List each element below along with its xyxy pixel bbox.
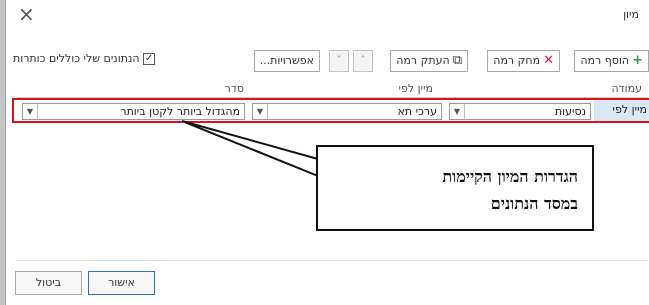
callout-line-1: הגדרות המיון הקיימות xyxy=(442,167,578,186)
options-label: אפשרויות... xyxy=(259,54,314,67)
options-button[interactable]: אפשרויות... xyxy=(253,50,320,72)
order-select[interactable]: מהגדול ביותר לקטן ביותר ▼ xyxy=(22,103,245,120)
chevron-down-icon[interactable]: ▼ xyxy=(23,104,38,119)
add-level-label: הוסף רמה xyxy=(580,54,630,67)
sort-on-header: מיין לפי xyxy=(398,82,433,95)
chevron-down-icon[interactable]: ▼ xyxy=(253,104,268,119)
plus-icon: + xyxy=(632,53,643,68)
close-icon[interactable]: × xyxy=(18,4,35,24)
sort-row-label: מיין לפי xyxy=(612,103,647,116)
copy-icon: ⧉ xyxy=(452,53,462,68)
chevron-down-icon[interactable]: ▼ xyxy=(450,104,465,119)
delete-level-label: מחק רמה xyxy=(493,54,541,67)
move-up-button[interactable]: ˄ xyxy=(353,50,373,72)
copy-level-label: העתק רמה xyxy=(396,54,450,67)
copy-level-button[interactable]: ⧉העתק רמה xyxy=(390,50,468,72)
sort-level-row[interactable]: מיין לפי נסיעות ▼ ערכי תא ▼ מהגדול ביותר… xyxy=(12,98,649,123)
column-select-value: נסיעות xyxy=(554,105,586,118)
order-header: סדר xyxy=(224,82,244,95)
dialog-title: מיון xyxy=(623,8,639,21)
annotation-callout: הגדרות המיון הקיימות במסד הנתונים xyxy=(316,145,594,231)
chevron-down-icon: ˅ xyxy=(336,55,342,66)
add-level-button[interactable]: +הוסף רמה xyxy=(574,50,649,72)
row-label-cell: מיין לפי xyxy=(594,100,649,121)
delete-level-button[interactable]: ✕מחק רמה xyxy=(487,50,560,72)
ok-button[interactable]: אישור xyxy=(88,271,155,295)
column-headers: עמודה מיין לפי סדר xyxy=(16,82,646,98)
chevron-up-icon: ˄ xyxy=(360,55,366,66)
sort-on-select-value: ערכי תא xyxy=(397,105,437,118)
column-select[interactable]: נסיעות ▼ xyxy=(449,103,591,120)
delete-x-icon: ✕ xyxy=(543,53,554,68)
has-headers-option[interactable]: ✓ הנתונים שלי כוללים כותרות xyxy=(13,52,159,65)
cancel-button[interactable]: ביטול xyxy=(15,271,82,295)
toolbar: +הוסף רמה ✕מחק רמה ⧉העתק רמה ˄ ˅ אפשרויו… xyxy=(11,50,649,74)
column-header: עמודה xyxy=(611,82,642,95)
move-down-button[interactable]: ˅ xyxy=(329,50,349,72)
has-headers-label: הנתונים שלי כוללים כותרות xyxy=(13,52,140,65)
has-headers-checkbox[interactable]: ✓ xyxy=(143,53,156,65)
sort-on-select[interactable]: ערכי תא ▼ xyxy=(252,103,442,120)
order-select-value: מהגדול ביותר לקטן ביותר xyxy=(120,105,240,118)
footer-divider xyxy=(16,260,648,261)
callout-line-2: במסד הנתונים xyxy=(490,194,578,213)
